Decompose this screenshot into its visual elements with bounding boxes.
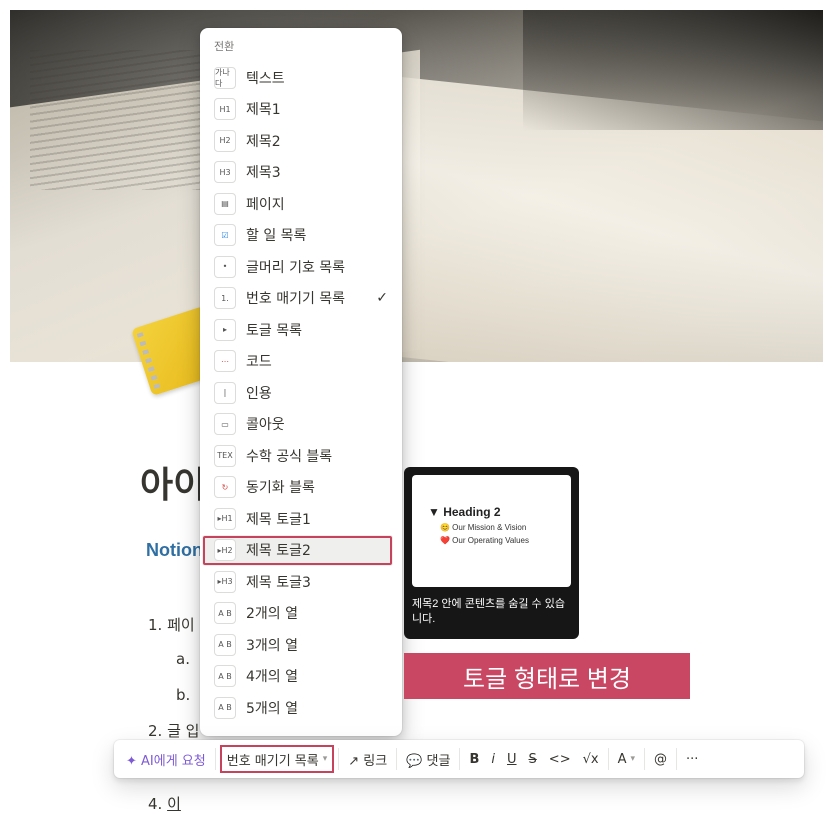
block-type-dropdown[interactable]: 번호 매기기 목록 ▾ <box>219 744 336 774</box>
chevron-down-icon: ▾ <box>322 754 328 764</box>
link-button[interactable]: ↗ 링크 <box>342 744 393 774</box>
menu-item-quote[interactable]: | 인용 <box>200 377 402 409</box>
preview-line: 😊 Our Mission & Vision <box>440 523 527 532</box>
menu-item-code[interactable]: ⋯ 코드 <box>200 346 402 378</box>
menu-item-page[interactable]: ▤ 페이지 <box>200 188 402 220</box>
menu-item-math[interactable]: TEX 수학 공식 블록 <box>200 440 402 472</box>
menu-item-3-columns[interactable]: A B 3개의 열 <box>200 629 402 661</box>
cover-image <box>10 10 823 362</box>
page-title[interactable]: 아이 <box>140 456 206 508</box>
columns-icon: A B <box>214 696 236 719</box>
code-icon: ⋯ <box>214 350 236 373</box>
block-preview-tooltip: ▼ Heading 2 😊 Our Mission & Vision ❤️ Ou… <box>404 467 579 639</box>
toggle-icon: ▸ <box>214 318 236 341</box>
menu-item-heading2[interactable]: H2 제목2 <box>200 125 402 157</box>
toggle-heading3-icon: ▸H3 <box>214 570 236 593</box>
bold-button[interactable]: B <box>463 744 485 774</box>
text-color-button[interactable]: A ▾ <box>612 744 641 774</box>
code-button[interactable]: <> <box>543 744 577 774</box>
menu-item-2-columns[interactable]: A B 2개의 열 <box>200 598 402 630</box>
callout-icon: ▭ <box>214 413 236 436</box>
heading2-icon: H2 <box>214 129 236 152</box>
bullet-list-icon: • <box>214 255 236 278</box>
menu-item-bulleted-list[interactable]: • 글머리 기호 목록 <box>200 251 402 283</box>
menu-header: 전환 <box>214 40 235 53</box>
strikethrough-button[interactable]: S <box>523 744 543 774</box>
preview-description: 제목2 안에 콘텐츠를 숨길 수 있습니다. <box>412 598 565 625</box>
menu-item-toggle-heading3[interactable]: ▸H3 제목 토글3 <box>200 566 402 598</box>
more-button[interactable]: ··· <box>680 744 704 774</box>
turn-into-menu: 전환 가나다 텍스트 H1 제목1 H2 제목2 H3 제목3 ▤ 페이지 ☑ 할 일 목록… <box>200 28 402 736</box>
page-subtitle[interactable]: Notion <box>146 540 203 561</box>
columns-icon: A B <box>214 665 236 688</box>
numbered-list-icon: 1. <box>214 287 236 310</box>
checkbox-icon: ☑ <box>214 224 236 247</box>
menu-item-heading1[interactable]: H1 제목1 <box>200 94 402 126</box>
menu-item-toggle-heading1[interactable]: ▸H1 제목 토글1 <box>200 503 402 535</box>
menu-item-callout[interactable]: ▭ 콜아웃 <box>200 409 402 441</box>
menu-item-toggle-list[interactable]: ▸ 토글 목록 <box>200 314 402 346</box>
heading3-icon: H3 <box>214 161 236 184</box>
menu-item-4-columns[interactable]: A B 4개의 열 <box>200 661 402 693</box>
preview-line: ❤️ Our Operating Values <box>440 536 529 545</box>
list-item[interactable]: a. <box>176 650 190 668</box>
toggle-heading2-icon: ▸H2 <box>214 539 236 562</box>
comment-button[interactable]: 💬 댓글 <box>400 744 456 774</box>
text-icon: 가나다 <box>214 66 236 89</box>
underline-button[interactable]: U <box>501 744 523 774</box>
math-button[interactable]: √x <box>577 744 605 774</box>
menu-item-todo[interactable]: ☑ 할 일 목록 <box>200 220 402 252</box>
list-item[interactable]: 1. 페이 <box>148 614 195 635</box>
toggle-heading1-icon: ▸H1 <box>214 507 236 530</box>
sync-icon: ↻ <box>214 476 236 499</box>
menu-item-numbered-list[interactable]: 1. 번호 매기기 목록 ✓ <box>200 283 402 315</box>
heading1-icon: H1 <box>214 98 236 121</box>
annotation-banner: 토글 형태로 변경 <box>404 653 690 699</box>
menu-item-synced-block[interactable]: ↻ 동기화 블록 <box>200 472 402 504</box>
preview-card: ▼ Heading 2 😊 Our Mission & Vision ❤️ Ou… <box>412 475 571 587</box>
preview-heading: ▼ Heading 2 <box>428 505 501 519</box>
italic-button[interactable]: i <box>485 744 501 774</box>
list-item[interactable]: b. <box>176 686 190 704</box>
menu-item-text[interactable]: 가나다 텍스트 <box>200 62 402 94</box>
menu-item-5-columns[interactable]: A B 5개의 열 <box>200 692 402 724</box>
mention-button[interactable]: @ <box>648 744 673 774</box>
quote-icon: | <box>214 381 236 404</box>
columns-icon: A B <box>214 633 236 656</box>
list-item[interactable]: 4. 이 <box>148 793 181 814</box>
ask-ai-button[interactable]: ✦ AI에게 요청 <box>120 744 212 774</box>
formatting-toolbar: ✦ AI에게 요청 번호 매기기 목록 ▾ ↗ 링크 💬 댓글 B i U S <… <box>114 740 804 778</box>
menu-item-heading3[interactable]: H3 제목3 <box>200 157 402 189</box>
math-icon: TEX <box>214 444 236 467</box>
columns-icon: A B <box>214 602 236 625</box>
menu-item-toggle-heading2[interactable]: ▸H2 제목 토글2 <box>202 534 393 566</box>
page-icon: ▤ <box>214 192 236 215</box>
check-icon: ✓ <box>376 290 388 307</box>
list-item[interactable]: 2. 글 입 <box>148 720 199 741</box>
chevron-down-icon: ▾ <box>630 754 636 764</box>
